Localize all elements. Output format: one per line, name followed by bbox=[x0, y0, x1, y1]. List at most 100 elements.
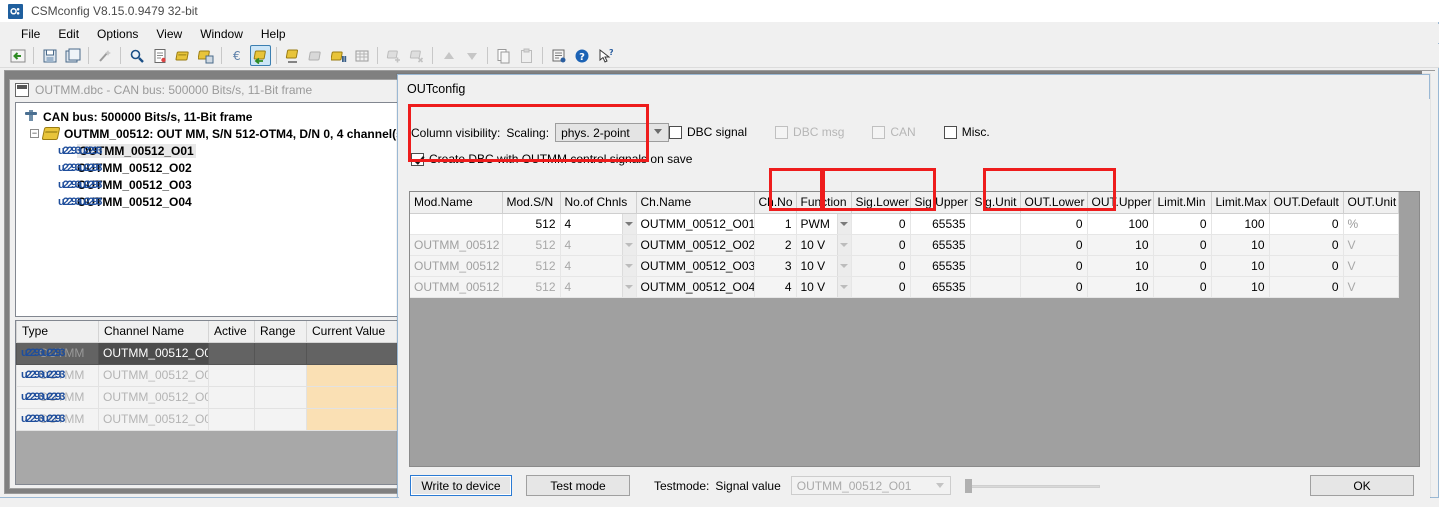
cell-mod-sn[interactable]: 512 bbox=[502, 276, 561, 298]
cell-limit-max[interactable]: 10 bbox=[1211, 276, 1270, 298]
column-header-mod-name[interactable]: Mod.Name bbox=[410, 192, 503, 214]
scaling-select[interactable]: phys. 2-point bbox=[555, 123, 670, 142]
cell-mod-name[interactable]: OUTMM_00512 bbox=[410, 234, 503, 256]
module-read-icon[interactable] bbox=[172, 45, 193, 66]
cell-out-lower[interactable]: 0 bbox=[1020, 255, 1088, 277]
paste-icon[interactable] bbox=[516, 45, 537, 66]
cell-out-upper[interactable]: 10 bbox=[1087, 255, 1154, 277]
wand-icon[interactable] bbox=[94, 45, 115, 66]
module-disabled-icon[interactable] bbox=[305, 45, 326, 66]
column-header-active[interactable]: Active bbox=[208, 321, 255, 343]
checkbox-misc[interactable]: Misc. bbox=[943, 125, 990, 139]
chevron-down-icon[interactable] bbox=[621, 255, 635, 275]
ok-button[interactable]: OK bbox=[1310, 475, 1414, 496]
checkbox-dbc-msg[interactable]: DBC msg bbox=[775, 125, 844, 139]
test-mode-button[interactable]: Test mode bbox=[526, 475, 630, 496]
tree-expander-icon[interactable]: − bbox=[30, 129, 39, 138]
cell-out-upper[interactable]: 100 bbox=[1087, 213, 1154, 235]
table-row[interactable]: OUTMM_00512 512 4 OUTMM_00512_O02 2 10 V bbox=[410, 234, 1399, 256]
module-pause-icon[interactable] bbox=[328, 45, 349, 66]
module-add-icon[interactable] bbox=[383, 45, 404, 66]
cell-function[interactable]: 10 V bbox=[796, 276, 852, 298]
cell-mod-sn[interactable]: 512 bbox=[502, 255, 561, 277]
column-header-no-of-chnls[interactable]: No.of Chnls bbox=[560, 192, 637, 214]
table-row[interactable]: OUTMM_00512 512 4 OUTMM_00512_O03 3 10 V bbox=[410, 255, 1399, 277]
cell-ch-name[interactable]: OUTMM_00512_O02 bbox=[636, 234, 755, 256]
chevron-down-icon[interactable] bbox=[836, 213, 850, 233]
column-header-sig-lower[interactable]: Sig.Lower bbox=[851, 192, 911, 214]
module-config-icon[interactable] bbox=[250, 45, 271, 66]
column-header-sig-unit[interactable]: Sig.Unit bbox=[970, 192, 1021, 214]
cell-limit-max[interactable]: 100 bbox=[1211, 213, 1270, 235]
chevron-down-icon[interactable] bbox=[621, 234, 635, 254]
menu-options[interactable]: Options bbox=[88, 25, 147, 43]
column-header-limit-min[interactable]: Limit.Min bbox=[1153, 192, 1212, 214]
cell-out-lower[interactable]: 0 bbox=[1020, 276, 1088, 298]
cell-limit-min[interactable]: 0 bbox=[1153, 213, 1212, 235]
cell-out-default[interactable]: 0 bbox=[1269, 255, 1344, 277]
column-header-channel-name[interactable]: Channel Name bbox=[98, 321, 209, 343]
cell-sig-lower[interactable]: 0 bbox=[851, 255, 911, 277]
column-header-out-upper[interactable]: OUT.Upper bbox=[1087, 192, 1154, 214]
column-header-mod-sn[interactable]: Mod.S/N bbox=[502, 192, 561, 214]
table-icon[interactable] bbox=[351, 45, 372, 66]
checkbox-can[interactable]: CAN bbox=[872, 125, 916, 139]
cell-no-of-chnls[interactable]: 4 bbox=[560, 255, 637, 277]
cell-mod-sn[interactable]: 512 bbox=[502, 213, 561, 235]
cell-ch-no[interactable]: 2 bbox=[754, 234, 797, 256]
euro-icon[interactable]: € bbox=[227, 45, 248, 66]
cell-limit-min[interactable]: 0 bbox=[1153, 276, 1212, 298]
cell-out-lower[interactable]: 0 bbox=[1020, 234, 1088, 256]
cell-out-upper[interactable]: 10 bbox=[1087, 276, 1154, 298]
table-row[interactable]: OUTMM_00512 512 4 OUTMM_00512_O04 4 10 V bbox=[410, 276, 1399, 298]
cell-sig-unit[interactable] bbox=[970, 234, 1021, 256]
up-arrow-icon[interactable] bbox=[438, 45, 459, 66]
cell-sig-lower[interactable]: 0 bbox=[851, 276, 911, 298]
context-help-icon[interactable]: ? bbox=[594, 45, 615, 66]
cell-sig-upper[interactable]: 65535 bbox=[910, 255, 971, 277]
column-header-range[interactable]: Range bbox=[254, 321, 307, 343]
column-header-out-unit[interactable]: OUT.Unit bbox=[1343, 192, 1399, 214]
module-save-icon[interactable] bbox=[195, 45, 216, 66]
cell-sig-upper[interactable]: 65535 bbox=[910, 234, 971, 256]
table-row[interactable]: OUTMM_00512 512 4 OUTMM_00512_O01 1 PWM bbox=[410, 213, 1399, 235]
cell-sig-unit[interactable] bbox=[970, 255, 1021, 277]
menu-view[interactable]: View bbox=[147, 25, 191, 43]
cell-ch-name[interactable]: OUTMM_00512_O01 bbox=[636, 213, 755, 235]
cell-no-of-chnls[interactable]: 4 bbox=[560, 234, 637, 256]
column-header-ch-name[interactable]: Ch.Name bbox=[636, 192, 755, 214]
checkbox-create-dbc[interactable]: Create DBC with OUTMM control signals on… bbox=[411, 152, 692, 166]
cell-ch-no[interactable]: 1 bbox=[754, 213, 797, 235]
cell-ch-no[interactable]: 4 bbox=[754, 276, 797, 298]
cell-no-of-chnls[interactable]: 4 bbox=[560, 276, 637, 298]
help-icon[interactable]: ? bbox=[571, 45, 592, 66]
cell-limit-max[interactable]: 10 bbox=[1211, 234, 1270, 256]
chevron-down-icon[interactable] bbox=[836, 276, 850, 296]
cell-sig-lower[interactable]: 0 bbox=[851, 213, 911, 235]
cell-out-upper[interactable]: 10 bbox=[1087, 234, 1154, 256]
cell-function[interactable]: 10 V bbox=[796, 234, 852, 256]
cell-limit-max[interactable]: 10 bbox=[1211, 255, 1270, 277]
cell-function[interactable]: PWM bbox=[796, 213, 852, 235]
menu-file[interactable]: File bbox=[12, 25, 49, 43]
chevron-down-icon[interactable] bbox=[836, 234, 850, 254]
copy-icon[interactable] bbox=[493, 45, 514, 66]
checkbox-dbc-signal[interactable]: DBC signal bbox=[669, 125, 747, 139]
save-icon[interactable] bbox=[39, 45, 60, 66]
column-header-out-lower[interactable]: OUT.Lower bbox=[1020, 192, 1088, 214]
document-properties-icon[interactable] bbox=[149, 45, 170, 66]
column-header-type[interactable]: Type bbox=[16, 321, 99, 343]
cell-sig-upper[interactable]: 65535 bbox=[910, 276, 971, 298]
back-arrow-icon[interactable] bbox=[7, 45, 28, 66]
save-as-icon[interactable] bbox=[62, 45, 83, 66]
cell-mod-name[interactable]: OUTMM_00512 bbox=[410, 213, 503, 235]
cell-out-default[interactable]: 0 bbox=[1269, 276, 1344, 298]
cell-out-default[interactable]: 0 bbox=[1269, 213, 1344, 235]
down-arrow-icon[interactable] bbox=[461, 45, 482, 66]
cell-no-of-chnls[interactable]: 4 bbox=[560, 213, 637, 235]
signal-value-slider[interactable] bbox=[964, 478, 1100, 494]
cell-ch-name[interactable]: OUTMM_00512_O04 bbox=[636, 276, 755, 298]
column-header-out-default[interactable]: OUT.Default bbox=[1269, 192, 1344, 214]
signal-value-select[interactable]: OUTMM_00512_O01 bbox=[790, 476, 951, 495]
cell-sig-unit[interactable] bbox=[970, 276, 1021, 298]
